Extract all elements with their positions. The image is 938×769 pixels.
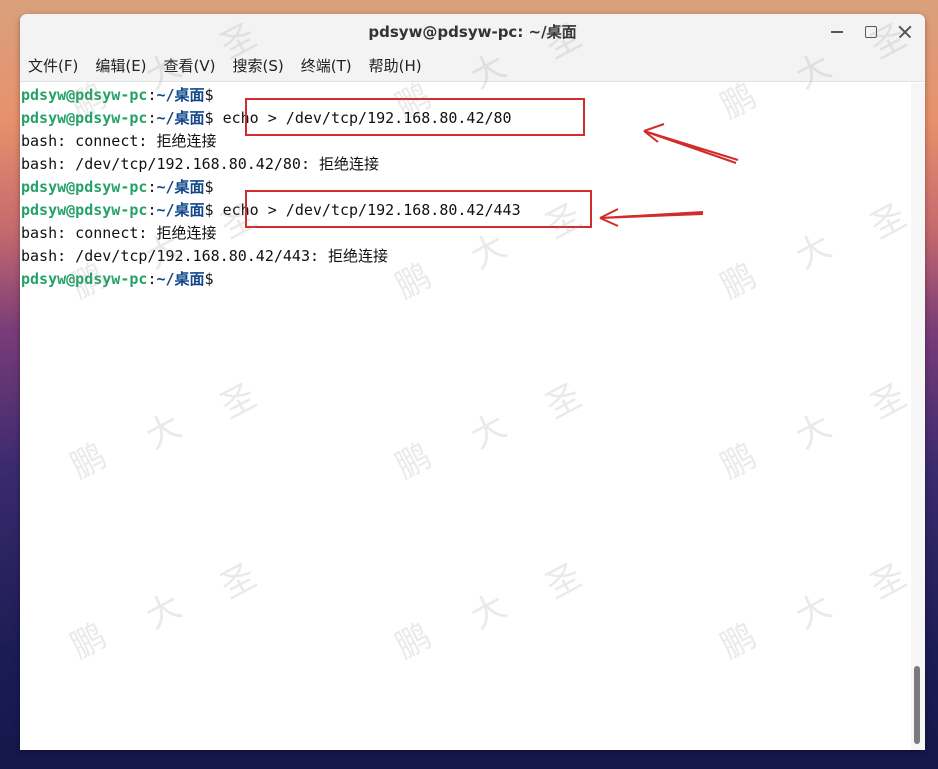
- menu-search[interactable]: 搜索(S): [233, 55, 284, 76]
- output-text: bash: connect: 拒绝连接: [21, 132, 217, 150]
- maximize-icon[interactable]: [859, 20, 883, 44]
- terminal-window: pdsyw@pdsyw-pc: ~/桌面 文件(F) 编辑(E) 查看(V) 搜…: [20, 14, 925, 750]
- prompt-symbol: $: [204, 178, 214, 196]
- output-text: bash: /dev/tcp/192.168.80.42/80: 拒绝连接: [21, 155, 380, 173]
- prompt-user-host: pdsyw@pdsyw-pc: [21, 201, 148, 219]
- scrollbar-thumb[interactable]: [914, 666, 920, 744]
- prompt-path: ~/桌面: [156, 109, 205, 127]
- prompt-user-host: pdsyw@pdsyw-pc: [21, 270, 148, 288]
- prompt-line: pdsyw@pdsyw-pc:~/桌面$: [21, 268, 214, 291]
- menu-view[interactable]: 查看(V): [164, 55, 216, 76]
- minimize-icon[interactable]: [825, 20, 849, 44]
- close-icon[interactable]: [893, 20, 917, 44]
- prompt-path: ~/桌面: [156, 178, 205, 196]
- output-text: bash: connect: 拒绝连接: [21, 224, 217, 242]
- scrollbar[interactable]: [911, 83, 925, 750]
- window-controls: [825, 20, 917, 44]
- title-bar[interactable]: pdsyw@pdsyw-pc: ~/桌面: [20, 14, 925, 50]
- prompt-symbol: $: [204, 201, 214, 219]
- menu-file[interactable]: 文件(F): [28, 55, 78, 76]
- prompt-user-host: pdsyw@pdsyw-pc: [21, 86, 148, 104]
- prompt-line: pdsyw@pdsyw-pc:~/桌面$: [21, 84, 214, 107]
- terminal-output[interactable]: pdsyw@pdsyw-pc:~/桌面$ pdsyw@pdsyw-pc:~/桌面$…: [20, 83, 911, 750]
- prompt-symbol: $: [204, 109, 214, 127]
- prompt-path: ~/桌面: [156, 86, 205, 104]
- command-highlight-box: [245, 98, 585, 136]
- command-highlight-box: [245, 190, 592, 228]
- output-line: bash: connect: 拒绝连接: [21, 222, 216, 245]
- prompt-user-host: pdsyw@pdsyw-pc: [21, 178, 148, 196]
- window-title: pdsyw@pdsyw-pc: ~/桌面: [368, 23, 577, 41]
- prompt-line: pdsyw@pdsyw-pc:~/桌面$: [21, 176, 214, 199]
- output-line: bash: /dev/tcp/192.168.80.42/80: 拒绝连接: [21, 153, 379, 176]
- menu-edit[interactable]: 编辑(E): [95, 55, 146, 76]
- menu-bar: 文件(F) 编辑(E) 查看(V) 搜索(S) 终端(T) 帮助(H): [20, 50, 925, 82]
- prompt-user-host: pdsyw@pdsyw-pc: [21, 109, 148, 127]
- output-line: bash: /dev/tcp/192.168.80.42/443: 拒绝连接: [21, 245, 388, 268]
- prompt-path: ~/桌面: [156, 201, 205, 219]
- menu-terminal[interactable]: 终端(T): [301, 55, 352, 76]
- output-line: bash: connect: 拒绝连接: [21, 130, 216, 153]
- prompt-path: ~/桌面: [156, 270, 205, 288]
- output-text: bash: /dev/tcp/192.168.80.42/443: 拒绝连接: [21, 247, 389, 265]
- prompt-symbol: $: [204, 86, 214, 104]
- prompt-symbol: $: [204, 270, 214, 288]
- menu-help[interactable]: 帮助(H): [369, 55, 422, 76]
